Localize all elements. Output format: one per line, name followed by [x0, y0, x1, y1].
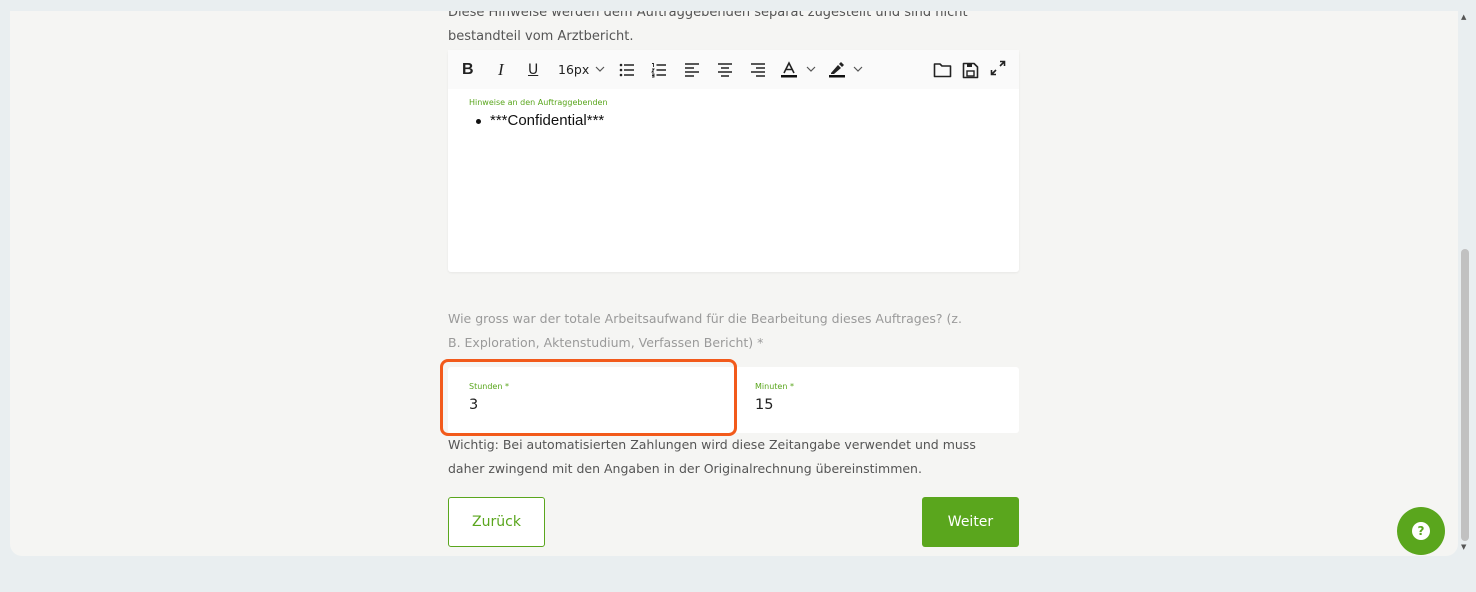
minutes-label: Minuten *	[755, 382, 794, 391]
next-button[interactable]: Weiter	[922, 497, 1019, 547]
align-right-icon[interactable]	[750, 62, 766, 82]
underline-icon[interactable]: U	[528, 60, 538, 80]
scroll-up-arrow-icon[interactable]: ▲	[1461, 13, 1466, 21]
editor-content-text: ***Confidential***	[490, 112, 605, 129]
scroll-down-arrow-icon[interactable]: ▼	[1461, 543, 1466, 551]
chevron-down-icon[interactable]	[595, 62, 605, 82]
align-center-icon[interactable]	[717, 62, 733, 82]
payment-note: Wichtig: Bei automatisierten Zahlungen w…	[448, 437, 976, 476]
editor-hint-text: Diese Hinweise werden dem Auftraggebende…	[448, 11, 968, 44]
highlight-icon[interactable]	[828, 61, 846, 81]
save-icon[interactable]	[962, 62, 979, 82]
scrollbar[interactable]: ▲ ▼	[1459, 11, 1471, 556]
bullet-point	[476, 118, 481, 124]
form-card: Diese Hinweise werden dem Auftraggebende…	[10, 11, 1458, 556]
focus-highlight	[440, 359, 737, 436]
align-left-icon[interactable]	[684, 62, 700, 82]
bullet-list-icon[interactable]	[619, 62, 635, 82]
editor-toolbar: B I U 16px	[448, 50, 1019, 89]
chevron-down-icon[interactable]	[806, 62, 816, 82]
italic-icon[interactable]: I	[498, 60, 504, 80]
folder-icon[interactable]	[933, 62, 952, 82]
chevron-down-icon[interactable]	[853, 62, 863, 82]
question-mark-icon: ?	[1412, 522, 1430, 540]
rich-text-editor[interactable]: B I U 16px Hinweise an den Auftraggebend…	[448, 50, 1019, 272]
back-button[interactable]: Zurück	[448, 497, 545, 547]
editor-content[interactable]: ***Confidential***	[476, 112, 604, 129]
minutes-input[interactable]: 15	[755, 397, 773, 413]
font-size-select[interactable]: 16px	[558, 60, 589, 80]
text-color-icon[interactable]	[780, 61, 798, 81]
expand-icon[interactable]	[990, 60, 1006, 80]
editor-label: Hinweise an den Auftraggebenden	[469, 98, 608, 107]
minutes-field[interactable]: Minuten * 15	[734, 367, 1019, 433]
workload-question: Wie gross war der totale Arbeitsaufwand …	[448, 311, 962, 350]
bold-icon[interactable]: B	[462, 60, 474, 80]
font-size-value: 16px	[558, 62, 590, 77]
scrollbar-thumb[interactable]	[1461, 249, 1469, 541]
numbered-list-icon[interactable]	[651, 62, 667, 82]
help-button[interactable]: ?	[1397, 507, 1445, 555]
